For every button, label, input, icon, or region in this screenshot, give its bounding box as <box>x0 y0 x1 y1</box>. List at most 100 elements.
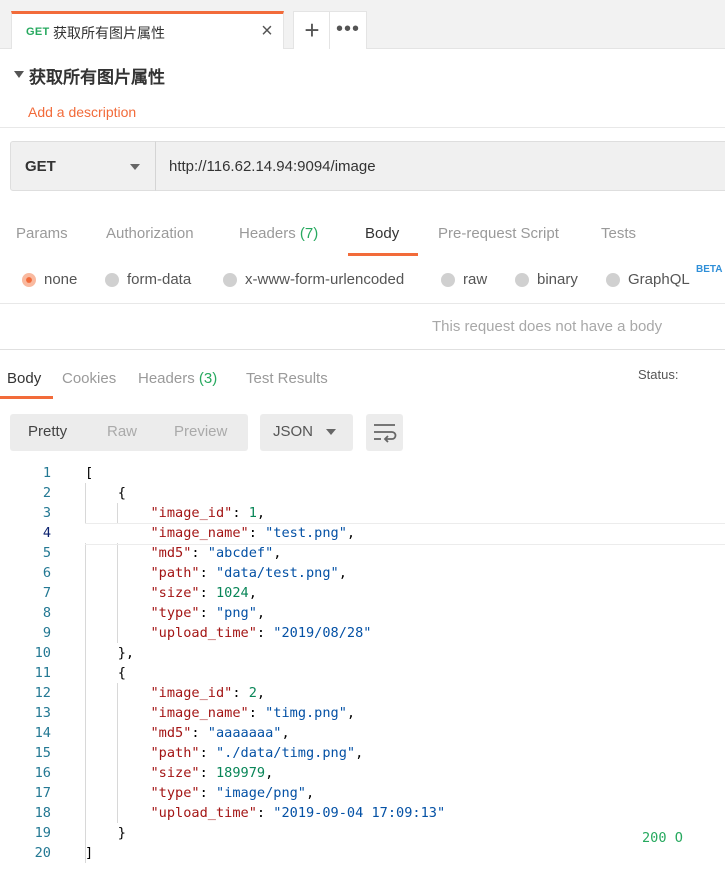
code-text: "image_name": "timg.png", <box>150 705 356 721</box>
tab-authorization[interactable]: Authorization <box>106 225 194 242</box>
radio-label: none <box>44 271 78 288</box>
line-number: 15 <box>34 745 51 761</box>
tab-label: Headers <box>239 225 296 242</box>
more-tabs-button[interactable]: ••• <box>329 11 367 49</box>
code-text: "size": 1024, <box>150 585 257 601</box>
tab-bar: GET 获取所有图片属性 × + ••• <box>0 0 725 49</box>
code-line: 2 { <box>0 483 725 503</box>
radio-label: raw <box>463 271 488 288</box>
radio-icon <box>515 273 529 287</box>
radio-label: x-www-form-urlencoded <box>245 271 405 288</box>
line-number: 3 <box>42 505 51 521</box>
line-number: 20 <box>34 845 51 861</box>
method-select[interactable]: GET <box>10 141 156 191</box>
code-text: "md5": "aaaaaaa", <box>150 725 290 741</box>
format-select[interactable]: JSON <box>260 414 353 451</box>
view-raw-button[interactable]: Raw <box>107 423 137 440</box>
line-number: 9 <box>42 625 51 641</box>
new-tab-button[interactable]: + <box>293 11 331 49</box>
line-number: 2 <box>42 485 51 501</box>
divider <box>0 127 725 128</box>
code-text: "path": "data/test.png", <box>150 565 347 581</box>
tab-label: Body <box>365 225 400 242</box>
line-number: 8 <box>42 605 51 621</box>
chevron-down-icon <box>326 429 336 435</box>
code-text: { <box>85 485 126 501</box>
code-text: "image_id": 2, <box>150 685 266 701</box>
code-line: 16 "size": 189979, <box>0 763 725 783</box>
line-number: 4 <box>42 525 51 541</box>
response-headers-count: (3) <box>198 370 218 387</box>
response-status: Status: 200 O <box>638 367 683 846</box>
code-text: ] <box>85 845 94 861</box>
code-text: "type": "image/png", <box>150 785 315 801</box>
tab-label: Headers <box>138 370 195 387</box>
code-line: 9 "upload_time": "2019/08/28" <box>0 623 725 643</box>
tab-label: Params <box>16 225 68 242</box>
request-tab-active[interactable]: GET 获取所有图片属性 × <box>11 11 284 49</box>
code-line: 13 "image_name": "timg.png", <box>0 703 725 723</box>
line-number: 17 <box>34 785 51 801</box>
tab-pre-request-script[interactable]: Pre-request Script <box>438 225 559 242</box>
add-description-link[interactable]: Add a description <box>28 104 136 120</box>
request-tab-name: 获取所有图片属性 <box>53 26 165 42</box>
code-line: 1[ <box>0 463 725 483</box>
code-line: 20] <box>0 843 725 863</box>
line-number: 16 <box>34 765 51 781</box>
code-text: "image_id": 1, <box>150 505 266 521</box>
headers-count: (7) <box>299 225 319 242</box>
collapse-triangle-icon[interactable] <box>14 71 24 78</box>
tab-label: Authorization <box>106 225 194 242</box>
radio-label: GraphQL <box>628 271 690 288</box>
tab-label: Pre-request Script <box>438 225 559 242</box>
code-line: 11 { <box>0 663 725 683</box>
response-tab-body[interactable]: Body <box>7 370 41 387</box>
code-line: 15 "path": "./data/timg.png", <box>0 743 725 763</box>
divider <box>0 349 725 350</box>
active-tab-underline <box>348 253 418 256</box>
no-body-message: This request does not have a body <box>432 318 663 335</box>
radio-icon <box>606 273 620 287</box>
line-number: 1 <box>42 465 51 481</box>
code-text: "md5": "abcdef", <box>150 545 282 561</box>
close-icon[interactable]: × <box>259 20 275 42</box>
code-line: 10 }, <box>0 643 725 663</box>
tab-params[interactable]: Params <box>16 225 68 242</box>
request-title[interactable]: 获取所有图片属性 <box>29 63 165 88</box>
code-text: "path": "./data/timg.png", <box>150 745 364 761</box>
code-line: 3 "image_id": 1, <box>0 503 725 523</box>
url-input[interactable]: http://116.62.14.94:9094/image <box>155 141 725 191</box>
view-preview-button[interactable]: Preview <box>174 423 227 440</box>
request-tab-method: GET <box>26 26 50 38</box>
tab-headers[interactable]: Headers (7) <box>239 225 318 242</box>
tab-tests[interactable]: Tests <box>601 225 636 242</box>
format-value: JSON <box>273 423 314 440</box>
code-line: 12 "image_id": 2, <box>0 683 725 703</box>
code-line: 5 "md5": "abcdef", <box>0 543 725 563</box>
radio-label: form-data <box>127 271 192 288</box>
body-type-radios: none form-data x-www-form-urlencoded raw… <box>0 268 725 294</box>
beta-badge: BETA <box>696 264 723 275</box>
line-number: 7 <box>42 585 51 601</box>
code-line: 14 "md5": "aaaaaaa", <box>0 723 725 743</box>
active-response-tab-underline <box>0 396 53 399</box>
wrap-lines-icon <box>374 424 397 443</box>
response-tab-headers[interactable]: Headers (3) <box>138 370 217 387</box>
code-text: [ <box>85 465 94 481</box>
line-number: 18 <box>34 805 51 821</box>
code-text: "upload_time": "2019/08/28" <box>150 625 372 641</box>
view-pretty-button[interactable]: Pretty <box>28 423 67 440</box>
line-number: 12 <box>34 685 51 701</box>
tab-body[interactable]: Body <box>365 225 399 242</box>
wrap-lines-button[interactable] <box>366 414 403 451</box>
line-number: 14 <box>34 725 51 741</box>
code-text: }, <box>85 645 135 661</box>
response-tabs: Body Cookies Headers (3) Test Results <box>0 366 725 400</box>
response-tab-test-results[interactable]: Test Results <box>246 370 328 387</box>
response-tab-cookies[interactable]: Cookies <box>62 370 116 387</box>
tab-label: Tests <box>601 225 637 242</box>
code-text: "upload_time": "2019-09-04 17:09:13" <box>150 805 446 821</box>
view-mode-segment: Pretty Raw Preview <box>10 414 248 451</box>
response-body-code[interactable]: 1[2 {3 "image_id": 1, 4 "image_name": "te… <box>0 463 725 863</box>
line-number: 6 <box>42 565 51 581</box>
